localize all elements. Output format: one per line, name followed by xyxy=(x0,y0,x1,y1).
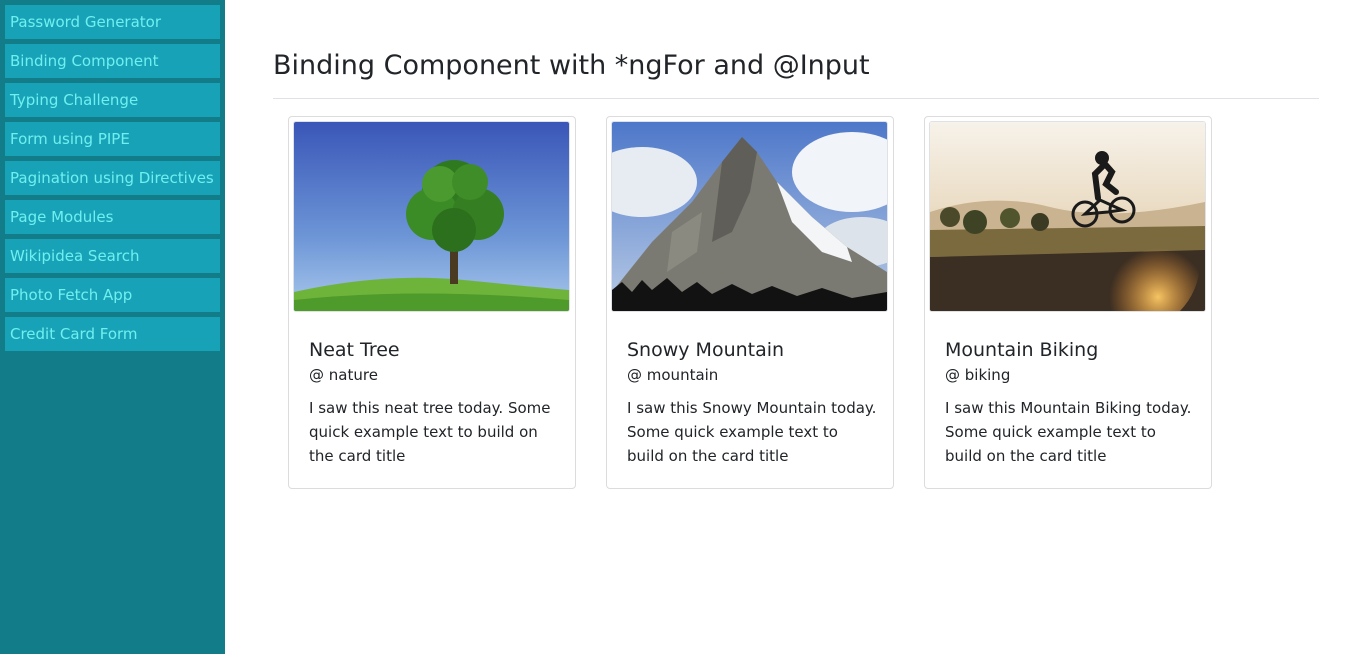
biking-photo xyxy=(929,121,1206,312)
card-handle: @ biking xyxy=(945,366,1011,384)
card-mountain-biking: Mountain Biking @ biking I saw this Moun… xyxy=(924,116,1212,489)
main-content: Binding Component with *ngFor and @Input xyxy=(273,0,1319,489)
biking-photo-icon xyxy=(930,122,1205,311)
sidebar-nav: Password Generator Binding Component Typ… xyxy=(0,0,225,351)
sidebar-item-pagination[interactable]: Pagination using Directives xyxy=(5,161,220,195)
card-handle: @ nature xyxy=(309,366,378,384)
card-neat-tree: Neat Tree @ nature I saw this neat tree … xyxy=(288,116,576,489)
card-title: Snowy Mountain xyxy=(627,339,785,361)
mountain-photo-icon xyxy=(612,122,887,311)
page-title: Binding Component with *ngFor and @Input xyxy=(273,50,870,81)
card-text: I saw this Snowy Mountain today. Some qu… xyxy=(627,399,877,465)
tree-photo xyxy=(293,121,570,312)
card-text: I saw this neat tree today. Some quick e… xyxy=(309,399,551,465)
card-snowy-mountain: Snowy Mountain @ mountain I saw this Sno… xyxy=(606,116,894,489)
card-body: Neat Tree @ nature I saw this neat tree … xyxy=(309,337,559,468)
sidebar-item-photo-fetch-app[interactable]: Photo Fetch App xyxy=(5,278,220,312)
card-text: I saw this Mountain Biking today. Some q… xyxy=(945,399,1192,465)
tree-photo-icon xyxy=(294,122,569,311)
sidebar-item-page-modules[interactable]: Page Modules xyxy=(5,200,220,234)
sidebar-item-password-generator[interactable]: Password Generator xyxy=(5,5,220,39)
title-divider xyxy=(273,98,1319,99)
sidebar: Password Generator Binding Component Typ… xyxy=(0,0,225,654)
sidebar-item-form-using-pipe[interactable]: Form using PIPE xyxy=(5,122,220,156)
sidebar-item-binding-component[interactable]: Binding Component xyxy=(5,44,220,78)
card-body: Mountain Biking @ biking I saw this Moun… xyxy=(945,337,1195,468)
sidebar-item-typing-challenge[interactable]: Typing Challenge xyxy=(5,83,220,117)
sidebar-item-credit-card-form[interactable]: Credit Card Form xyxy=(5,317,220,351)
card-title: Mountain Biking xyxy=(945,339,1099,361)
mountain-photo xyxy=(611,121,888,312)
card-title: Neat Tree xyxy=(309,339,400,361)
card-handle: @ mountain xyxy=(627,366,719,384)
sidebar-item-wikipedia-search[interactable]: Wikipidea Search xyxy=(5,239,220,273)
card-body: Snowy Mountain @ mountain I saw this Sno… xyxy=(627,337,877,468)
